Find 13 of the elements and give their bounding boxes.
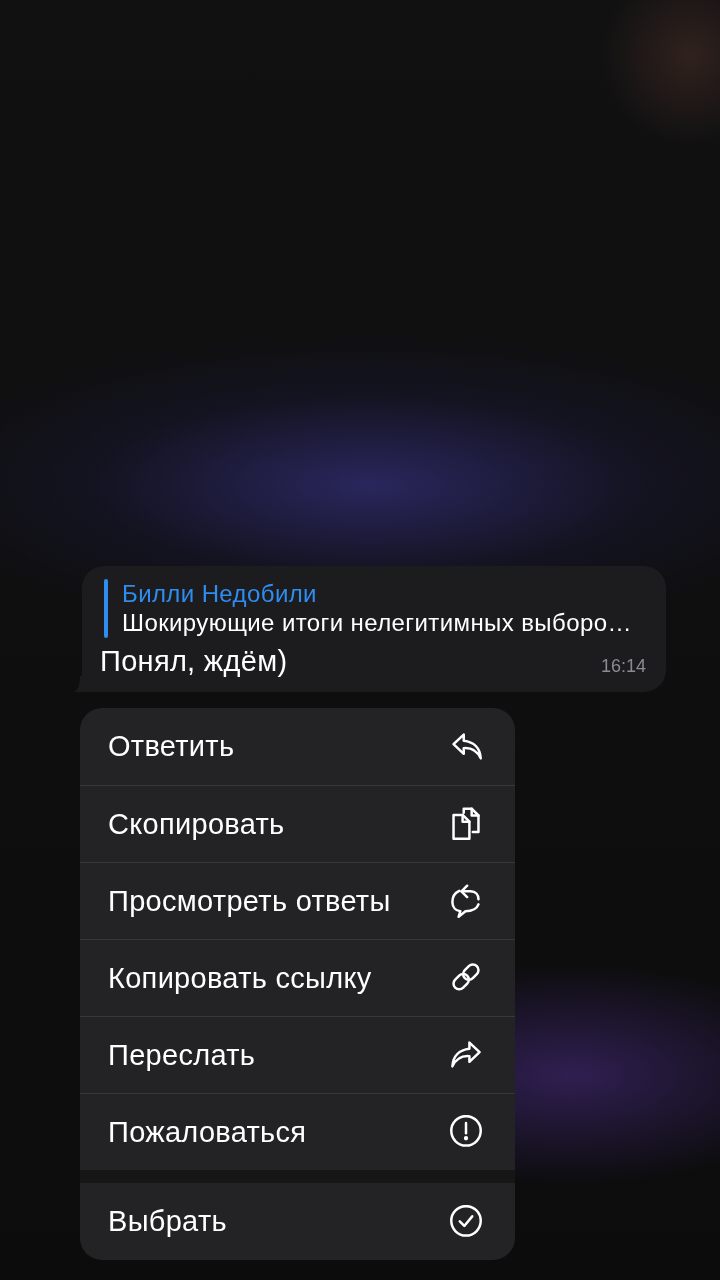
menu-item[interactable]: Выбрать [80, 1183, 515, 1260]
message-time: 16:14 [600, 656, 646, 676]
menu-item[interactable]: Переслать [80, 1016, 515, 1093]
menu-item[interactable]: Ответить [80, 708, 515, 785]
quote-bar [104, 579, 108, 638]
reply-author: Билли Недобили [122, 579, 318, 608]
reply-preview: Шокирующие итоги нелегитимных выборо… [122, 608, 632, 638]
speech-bubble-arrow-icon [449, 884, 483, 918]
menu-item[interactable]: Скопировать [80, 785, 515, 862]
menu-item[interactable]: Просмотреть ответы [80, 862, 515, 939]
message-text: Понял, ждём) [100, 644, 288, 678]
menu-item[interactable]: Копировать ссылку [80, 939, 515, 1016]
copy-icon [449, 807, 483, 841]
